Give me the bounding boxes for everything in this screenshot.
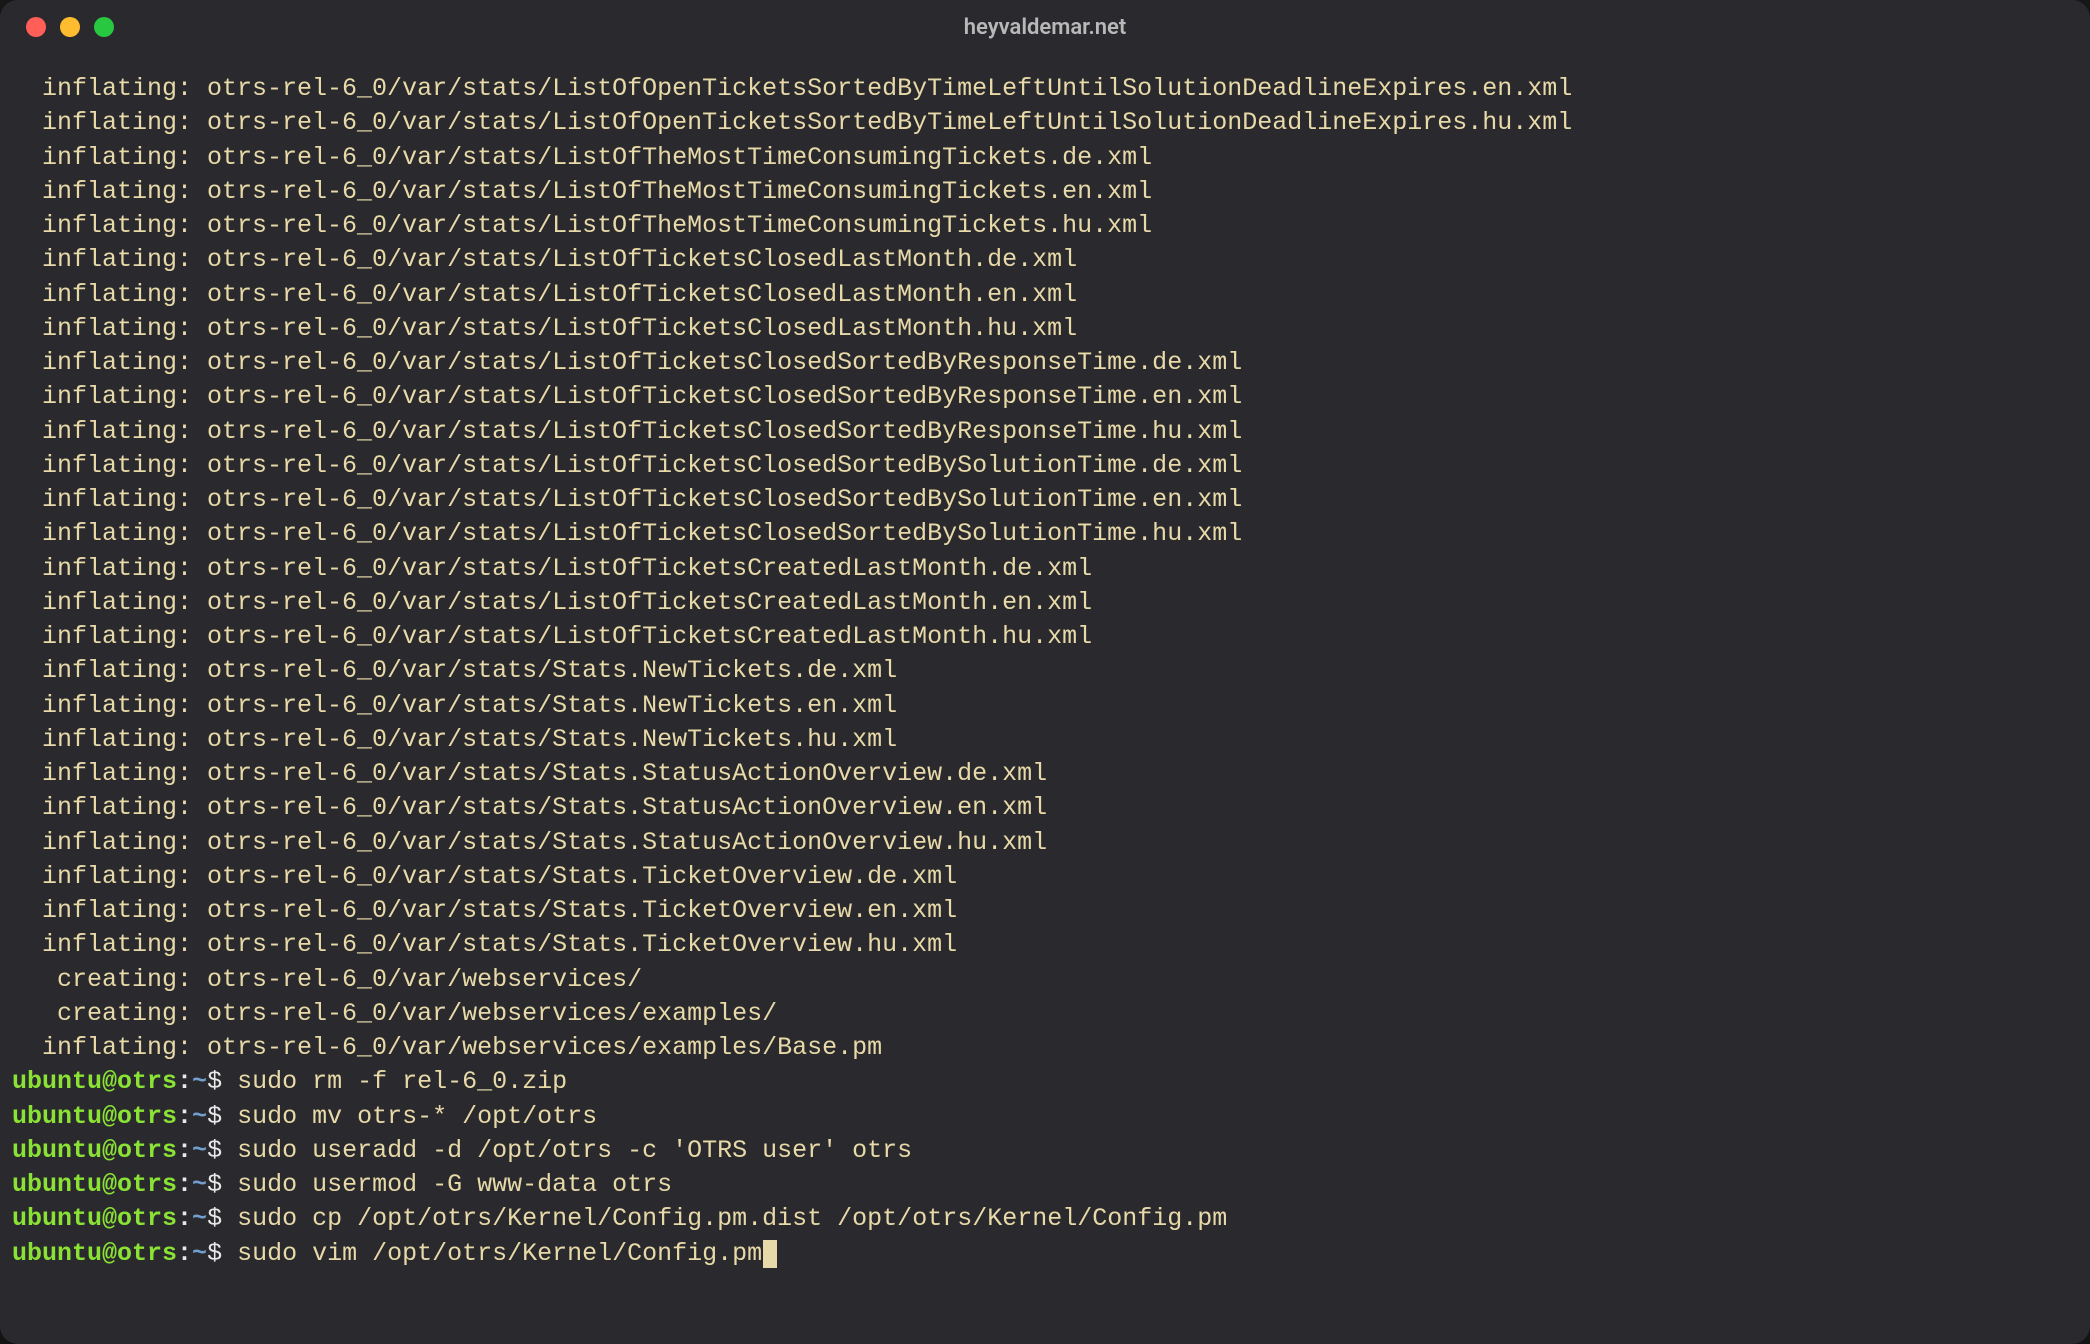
- titlebar[interactable]: heyvaldemar.net: [0, 0, 2090, 54]
- terminal-output-line: inflating: otrs-rel-6_0/var/stats/ListOf…: [12, 620, 2078, 654]
- prompt-path: ~: [192, 1136, 207, 1165]
- terminal-output-line: inflating: otrs-rel-6_0/var/stats/ListOf…: [12, 449, 2078, 483]
- cursor-icon: [763, 1240, 777, 1268]
- terminal-output-line: inflating: otrs-rel-6_0/var/stats/ListOf…: [12, 517, 2078, 551]
- prompt-user-host: ubuntu@otrs: [12, 1067, 177, 1096]
- terminal-command-line: ubuntu@otrs:~$ sudo usermod -G www-data …: [12, 1168, 2078, 1202]
- traffic-lights: [0, 17, 114, 37]
- terminal-output-line: inflating: otrs-rel-6_0/var/webservices/…: [12, 1031, 2078, 1065]
- prompt-separator: :: [177, 1067, 192, 1096]
- terminal-output-line: inflating: otrs-rel-6_0/var/stats/ListOf…: [12, 72, 2078, 106]
- prompt-path: ~: [192, 1067, 207, 1096]
- prompt-symbol: $: [207, 1170, 237, 1199]
- prompt-user-host: ubuntu@otrs: [12, 1102, 177, 1131]
- prompt-path: ~: [192, 1102, 207, 1131]
- terminal-output-line: creating: otrs-rel-6_0/var/webservices/e…: [12, 997, 2078, 1031]
- prompt-user-host: ubuntu@otrs: [12, 1136, 177, 1165]
- terminal-command-line: ubuntu@otrs:~$ sudo cp /opt/otrs/Kernel/…: [12, 1202, 2078, 1236]
- prompt-symbol: $: [207, 1204, 237, 1233]
- minimize-icon[interactable]: [60, 17, 80, 37]
- terminal-output-line: inflating: otrs-rel-6_0/var/stats/ListOf…: [12, 141, 2078, 175]
- prompt-user-host: ubuntu@otrs: [12, 1170, 177, 1199]
- close-icon[interactable]: [26, 17, 46, 37]
- prompt-separator: :: [177, 1204, 192, 1233]
- window-title: heyvaldemar.net: [964, 15, 1127, 40]
- terminal-output-line: inflating: otrs-rel-6_0/var/stats/Stats.…: [12, 894, 2078, 928]
- prompt-symbol: $: [207, 1067, 237, 1096]
- terminal-output-line: inflating: otrs-rel-6_0/var/stats/ListOf…: [12, 346, 2078, 380]
- terminal-output-line: inflating: otrs-rel-6_0/var/stats/ListOf…: [12, 380, 2078, 414]
- terminal-output-line: inflating: otrs-rel-6_0/var/stats/Stats.…: [12, 757, 2078, 791]
- prompt-user-host: ubuntu@otrs: [12, 1204, 177, 1233]
- prompt-path: ~: [192, 1239, 207, 1268]
- terminal-output-line: inflating: otrs-rel-6_0/var/stats/Stats.…: [12, 791, 2078, 825]
- terminal-body[interactable]: inflating: otrs-rel-6_0/var/stats/ListOf…: [0, 54, 2090, 1344]
- terminal-output-line: inflating: otrs-rel-6_0/var/stats/ListOf…: [12, 243, 2078, 277]
- command-text: sudo cp /opt/otrs/Kernel/Config.pm.dist …: [237, 1204, 1227, 1233]
- terminal-output-line: inflating: otrs-rel-6_0/var/stats/ListOf…: [12, 483, 2078, 517]
- terminal-window: heyvaldemar.net inflating: otrs-rel-6_0/…: [0, 0, 2090, 1344]
- command-text: sudo mv otrs-* /opt/otrs: [237, 1102, 597, 1131]
- terminal-output-line: inflating: otrs-rel-6_0/var/stats/ListOf…: [12, 278, 2078, 312]
- prompt-separator: :: [177, 1136, 192, 1165]
- terminal-output-line: inflating: otrs-rel-6_0/var/stats/ListOf…: [12, 175, 2078, 209]
- terminal-output-line: inflating: otrs-rel-6_0/var/stats/Stats.…: [12, 826, 2078, 860]
- terminal-output-line: inflating: otrs-rel-6_0/var/stats/Stats.…: [12, 689, 2078, 723]
- command-text: sudo vim /opt/otrs/Kernel/Config.pm: [237, 1239, 762, 1268]
- command-text: sudo useradd -d /opt/otrs -c 'OTRS user'…: [237, 1136, 912, 1165]
- terminal-output-line: inflating: otrs-rel-6_0/var/stats/Stats.…: [12, 654, 2078, 688]
- prompt-symbol: $: [207, 1239, 237, 1268]
- prompt-separator: :: [177, 1102, 192, 1131]
- terminal-command-line: ubuntu@otrs:~$ sudo mv otrs-* /opt/otrs: [12, 1100, 2078, 1134]
- prompt-separator: :: [177, 1170, 192, 1199]
- terminal-output-line: inflating: otrs-rel-6_0/var/stats/ListOf…: [12, 586, 2078, 620]
- prompt-user-host: ubuntu@otrs: [12, 1239, 177, 1268]
- terminal-output-line: inflating: otrs-rel-6_0/var/stats/ListOf…: [12, 209, 2078, 243]
- prompt-symbol: $: [207, 1136, 237, 1165]
- terminal-command-line: ubuntu@otrs:~$ sudo rm -f rel-6_0.zip: [12, 1065, 2078, 1099]
- terminal-output-line: inflating: otrs-rel-6_0/var/stats/ListOf…: [12, 312, 2078, 346]
- terminal-output-line: inflating: otrs-rel-6_0/var/stats/ListOf…: [12, 552, 2078, 586]
- command-text: sudo usermod -G www-data otrs: [237, 1170, 672, 1199]
- terminal-output-line: inflating: otrs-rel-6_0/var/stats/ListOf…: [12, 415, 2078, 449]
- terminal-output-line: inflating: otrs-rel-6_0/var/stats/ListOf…: [12, 106, 2078, 140]
- terminal-output-line: inflating: otrs-rel-6_0/var/stats/Stats.…: [12, 723, 2078, 757]
- terminal-output-line: inflating: otrs-rel-6_0/var/stats/Stats.…: [12, 928, 2078, 962]
- command-text: sudo rm -f rel-6_0.zip: [237, 1067, 567, 1096]
- terminal-command-line: ubuntu@otrs:~$ sudo vim /opt/otrs/Kernel…: [12, 1237, 2078, 1271]
- terminal-command-line: ubuntu@otrs:~$ sudo useradd -d /opt/otrs…: [12, 1134, 2078, 1168]
- prompt-path: ~: [192, 1170, 207, 1199]
- prompt-symbol: $: [207, 1102, 237, 1131]
- prompt-path: ~: [192, 1204, 207, 1233]
- terminal-output-line: creating: otrs-rel-6_0/var/webservices/: [12, 963, 2078, 997]
- terminal-output-line: inflating: otrs-rel-6_0/var/stats/Stats.…: [12, 860, 2078, 894]
- prompt-separator: :: [177, 1239, 192, 1268]
- maximize-icon[interactable]: [94, 17, 114, 37]
